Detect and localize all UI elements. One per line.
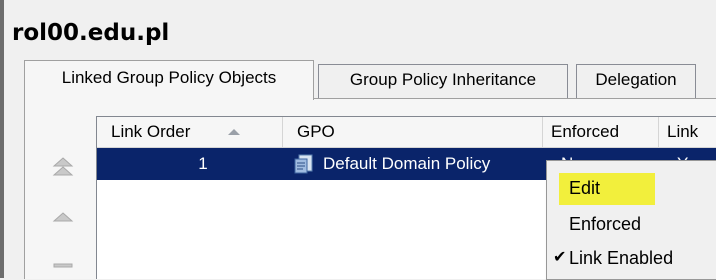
column-label-link-enabled: Link [667,122,699,141]
move-up-icon[interactable] [52,210,74,224]
link-order-cell: 1 [198,154,208,173]
list-header: Link Order GPO Enforced Link [97,117,716,148]
menu-item-edit-label: Edit [569,178,601,198]
gpo-name-cell: Default Domain Policy [323,154,491,173]
move-down-icon[interactable] [52,262,74,278]
column-header-gpo[interactable]: GPO [283,117,543,147]
context-menu: Edit Enforced ✔ Link Enabled [546,160,716,280]
menu-item-link-enabled[interactable]: ✔ Link Enabled [547,241,716,275]
column-label-enforced: Enforced [551,122,620,141]
menu-item-link-enabled-label: Link Enabled [569,248,674,268]
column-header-link-enabled[interactable]: Link [659,117,716,147]
column-header-link-order[interactable]: Link Order [97,117,283,147]
tab-delegation[interactable]: Delegation [576,64,696,98]
checkmark-icon: ✔ [553,249,567,266]
menu-item-enforced-label: Enforced [569,214,642,234]
sort-ascending-icon [228,129,240,135]
menu-item-enforced[interactable]: Enforced [547,207,716,241]
tab-linked-gpos[interactable]: Linked Group Policy Objects [24,60,314,100]
column-header-enforced[interactable]: Enforced [543,117,659,147]
menu-item-edit[interactable]: Edit [547,171,716,205]
column-label-link-order: Link Order [111,122,191,141]
move-to-top-icon[interactable] [52,156,74,178]
tab-strip: Linked Group Policy Objects Group Policy… [0,0,716,110]
column-label-gpo: GPO [297,122,335,141]
tab-gp-inheritance[interactable]: Group Policy Inheritance [318,64,568,98]
gpo-icon [294,154,313,174]
